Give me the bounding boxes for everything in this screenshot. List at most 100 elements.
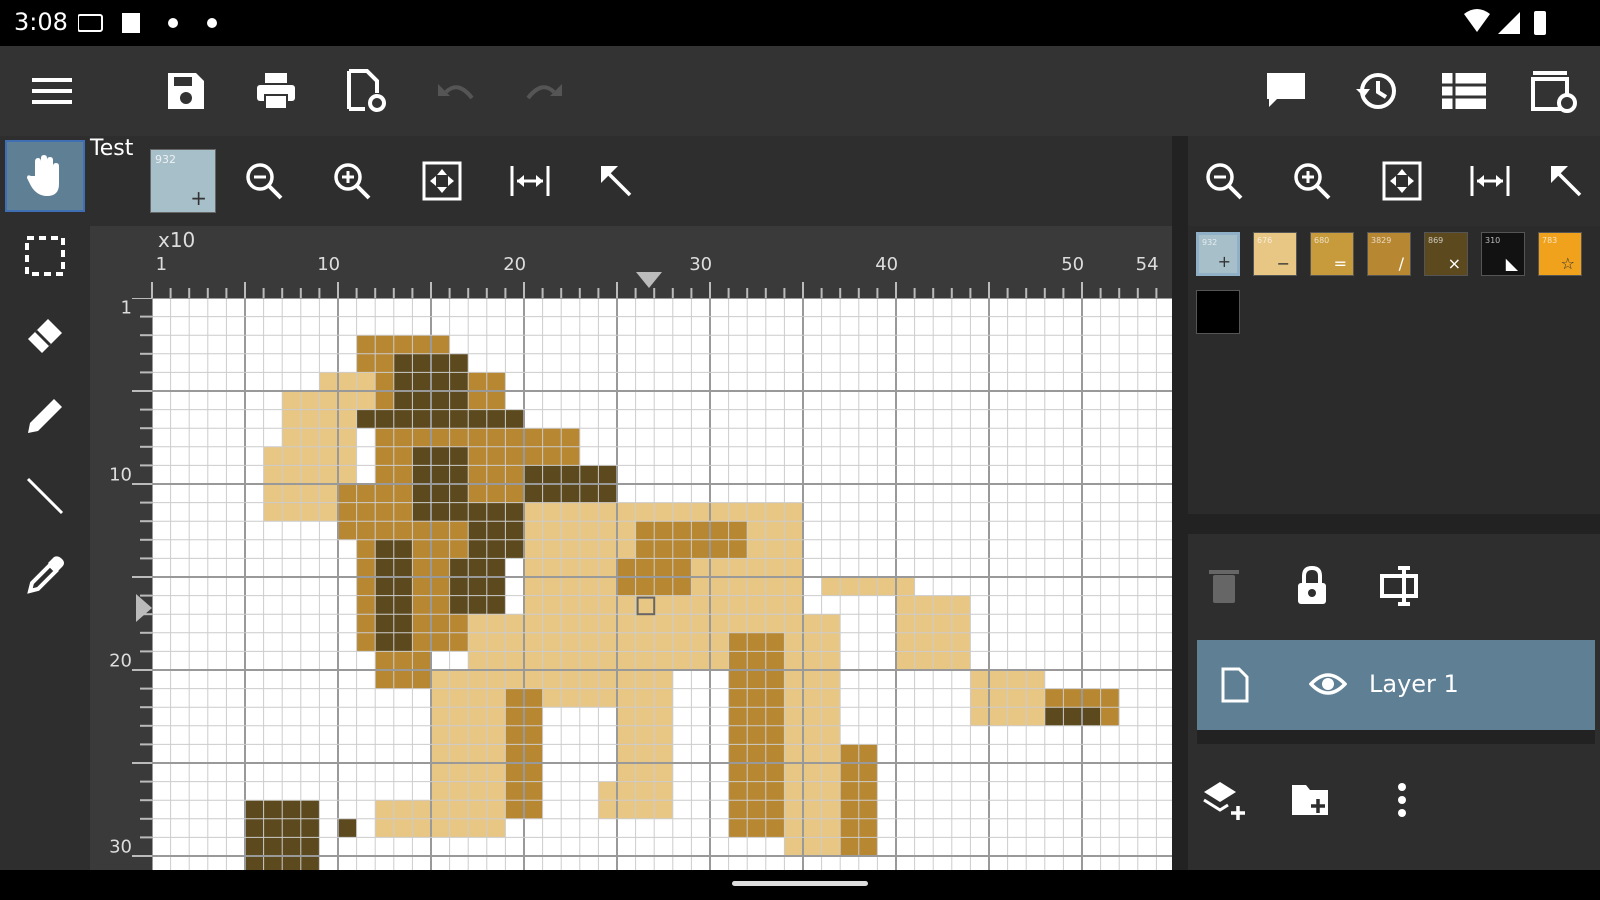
palette-zoom-in-button[interactable] [1282, 151, 1342, 211]
palette-fit-width-button[interactable] [1460, 151, 1520, 211]
stitch-cell [784, 688, 803, 708]
stitch-cell [691, 651, 710, 670]
stitch-cell [672, 558, 692, 577]
stitch-cell [914, 595, 934, 615]
palette-swatch[interactable]: 869 × [1424, 232, 1468, 276]
stitch-cell [338, 428, 357, 447]
stitch-cell [524, 688, 543, 708]
pattern-canvas[interactable] [152, 298, 1172, 870]
delete-layer-button[interactable] [1194, 556, 1254, 616]
palette-swatch[interactable]: 783 ☆ [1538, 232, 1582, 276]
stitch-cell [300, 409, 320, 429]
save-button[interactable] [156, 61, 216, 121]
stitch-cell [431, 353, 450, 373]
list-button[interactable] [1434, 61, 1494, 121]
stitch-cell [542, 651, 562, 670]
zoom-in-button[interactable] [322, 151, 382, 211]
board-settings-button[interactable] [1524, 61, 1584, 121]
stitch-cell [282, 837, 301, 856]
stitch-cell [691, 558, 710, 577]
fit-width-button[interactable] [500, 151, 560, 211]
jump-top-left-button[interactable] [586, 151, 646, 211]
stitch-cell [821, 651, 841, 670]
current-color-preview[interactable]: 932 + [150, 149, 216, 213]
palette-swatch[interactable]: 932 + [1196, 232, 1240, 276]
add-layer-button[interactable] [1194, 770, 1254, 830]
palette-swatch[interactable]: 3829 / [1367, 232, 1411, 276]
stitch-cell [561, 651, 580, 670]
zoom-out-button[interactable] [234, 151, 294, 211]
stitch-cell [300, 465, 320, 484]
layer-visibility-toggle[interactable] [1308, 670, 1348, 702]
stitch-cell [524, 465, 543, 484]
stitch-cell [598, 595, 617, 615]
stitch-cell [1007, 707, 1027, 726]
undo-button[interactable] [426, 61, 486, 121]
redo-button[interactable] [514, 61, 574, 121]
palette-fit-button[interactable] [1372, 151, 1432, 211]
layer-more-button[interactable] [1372, 770, 1432, 830]
project-name: Test [90, 136, 134, 161]
swatch-symbol: − [1276, 254, 1290, 273]
stitch-cell [393, 539, 413, 559]
stitch-cell [524, 446, 543, 466]
col-tick-label: 40 [875, 254, 898, 275]
stitch-cell [393, 651, 413, 670]
pan-tool-button[interactable] [5, 140, 85, 212]
stitch-cell [1100, 688, 1120, 708]
stitch-cell [821, 781, 841, 801]
stitch-cell [393, 558, 413, 577]
stitch-cell [524, 595, 543, 615]
select-tool-button[interactable] [5, 220, 85, 292]
swatch-symbol: + [1217, 252, 1231, 271]
stitch-cell [282, 502, 301, 522]
stitch-cell [338, 409, 357, 429]
print-button[interactable] [246, 61, 306, 121]
stitch-cell [375, 521, 394, 540]
stitch-cell [691, 595, 710, 615]
stitch-cell [431, 446, 450, 466]
palette-swatch[interactable] [1196, 290, 1240, 334]
stitch-cell [784, 595, 803, 615]
stitch-cell [747, 781, 766, 801]
home-indicator[interactable] [732, 881, 868, 886]
document-settings-button[interactable] [336, 61, 396, 121]
stitch-cell [691, 502, 710, 522]
eraser-tool-button[interactable] [5, 300, 85, 372]
eyedropper-tool-button[interactable] [5, 540, 85, 612]
stitch-cell [765, 521, 785, 540]
stitch-cell [672, 521, 692, 540]
pencil-tool-button[interactable] [5, 380, 85, 452]
row-tick-label: 1 [121, 298, 132, 318]
stitch-cell [728, 763, 748, 782]
palette-swatch[interactable]: 310 ◣ [1481, 232, 1525, 276]
layer-row[interactable]: Layer 1 [1197, 640, 1595, 730]
add-group-button[interactable] [1282, 770, 1342, 830]
palette-swatch[interactable]: 680 = [1310, 232, 1354, 276]
stitch-cell [728, 558, 748, 577]
stitch-cell [468, 670, 487, 689]
comment-button[interactable] [1256, 61, 1316, 121]
stitch-cell [393, 632, 413, 652]
panel-splitter[interactable] [1172, 136, 1188, 870]
palette-swatch[interactable]: 676− [1253, 232, 1297, 276]
line-tool-button[interactable] [5, 460, 85, 532]
stitch-cell [393, 614, 413, 633]
stitch-cell [505, 670, 524, 689]
stitch-cell [598, 539, 617, 559]
menu-button[interactable] [22, 61, 82, 121]
palette-toolbar [1188, 136, 1600, 226]
palette-jump-button[interactable] [1548, 151, 1600, 211]
stitch-cell [431, 409, 450, 429]
lock-layer-button[interactable] [1282, 556, 1342, 616]
stitch-cell [431, 428, 450, 447]
stitch-cell [412, 632, 431, 652]
add-folder-icon [1292, 785, 1328, 815]
stitch-cell [449, 391, 469, 410]
stitch-cell [356, 595, 376, 615]
fit-screen-button[interactable] [412, 151, 472, 211]
history-button[interactable] [1346, 61, 1406, 121]
rename-layer-button[interactable] [1372, 556, 1432, 616]
stitch-cell [728, 595, 748, 615]
palette-zoom-out-button[interactable] [1194, 151, 1254, 211]
